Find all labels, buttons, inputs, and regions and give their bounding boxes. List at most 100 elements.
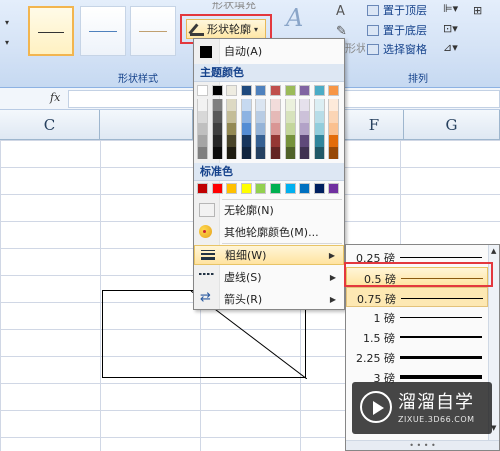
standard-color-swatch[interactable] (270, 183, 281, 194)
theme-shade-swatch[interactable] (226, 111, 238, 123)
theme-shade-swatch[interactable] (226, 147, 238, 159)
shape-style-swatch[interactable] (130, 6, 176, 56)
menu-item-more-colors[interactable]: 其他轮廓颜色(M)... (194, 222, 344, 242)
theme-shade-swatch[interactable] (299, 123, 311, 135)
theme-shade-swatch[interactable] (270, 99, 281, 111)
theme-shade-swatch[interactable] (211, 147, 223, 159)
theme-shade-swatch[interactable] (299, 135, 311, 147)
theme-shade-swatch[interactable] (240, 99, 252, 111)
standard-color-swatch[interactable] (299, 183, 311, 194)
theme-shade-swatch[interactable] (197, 123, 208, 135)
theme-shade-swatch[interactable] (197, 99, 208, 111)
shape-style-swatch[interactable] (80, 6, 126, 56)
theme-shade-swatch[interactable] (197, 135, 208, 147)
theme-shade-swatch[interactable] (299, 111, 311, 123)
theme-shade-swatch[interactable] (240, 147, 252, 159)
theme-shade-swatch[interactable] (240, 111, 252, 123)
size-icon[interactable]: ⊞ (473, 4, 482, 17)
theme-shade-swatch[interactable] (313, 135, 325, 147)
theme-shade-swatch[interactable] (255, 99, 267, 111)
theme-shade-swatch[interactable] (255, 135, 267, 147)
column-header-c[interactable]: C (0, 110, 100, 140)
standard-color-swatch[interactable] (313, 183, 325, 194)
theme-shade-swatch[interactable] (284, 147, 296, 159)
theme-shade-swatch[interactable] (284, 123, 296, 135)
menu-item-no-outline[interactable]: 无轮廓(N) (194, 200, 344, 220)
theme-shade-swatch[interactable] (255, 147, 267, 159)
line-weight-option[interactable]: 1 磅 (346, 307, 488, 327)
theme-shade-swatch[interactable] (313, 147, 325, 159)
standard-color-swatch[interactable] (328, 183, 340, 194)
theme-shade-swatch[interactable] (270, 135, 281, 147)
theme-shade-swatch[interactable] (328, 123, 340, 135)
theme-shade-swatch[interactable] (284, 99, 296, 111)
shape-outline-button-inner[interactable]: 形状轮廓 ▾ (186, 19, 266, 39)
column-header-f[interactable]: F (345, 110, 404, 140)
stub-arrow-icon[interactable]: ▾ (5, 38, 9, 47)
text-outline-icon[interactable]: ✎ (336, 24, 347, 39)
theme-color-swatch[interactable] (255, 85, 267, 96)
theme-shade-swatch[interactable] (270, 147, 281, 159)
theme-shade-swatch[interactable] (255, 123, 267, 135)
menu-item-automatic[interactable]: 自动(A) (194, 41, 344, 61)
theme-color-swatch[interactable] (197, 85, 208, 96)
theme-shade-swatch[interactable] (226, 99, 238, 111)
theme-shade-swatch[interactable] (299, 147, 311, 159)
theme-shade-swatch[interactable] (197, 111, 208, 123)
theme-shade-swatch[interactable] (255, 111, 267, 123)
menu-item-weight[interactable]: 粗细(W) ▶ (194, 245, 344, 265)
theme-shade-swatch[interactable] (313, 99, 325, 111)
theme-color-swatch[interactable] (328, 85, 340, 96)
theme-shade-swatch[interactable] (211, 111, 223, 123)
theme-shade-swatch[interactable] (313, 111, 325, 123)
standard-color-swatch[interactable] (211, 183, 223, 194)
theme-shade-swatch[interactable] (211, 99, 223, 111)
line-weight-option[interactable]: 2.25 磅 (346, 347, 488, 367)
theme-shade-swatch[interactable] (313, 123, 325, 135)
menu-item-dashes[interactable]: 虚线(S) ▶ (194, 267, 344, 287)
wordart-a-icon[interactable]: A (286, 4, 303, 32)
theme-shade-swatch[interactable] (226, 123, 238, 135)
send-to-back-button[interactable]: 置于底层 (367, 22, 427, 38)
theme-shade-swatch[interactable] (328, 111, 340, 123)
theme-color-swatch[interactable] (299, 85, 311, 96)
shape-style-swatch[interactable] (28, 6, 74, 56)
standard-color-swatch[interactable] (197, 183, 208, 194)
stub-arrow-icon[interactable]: ▾ (5, 18, 9, 27)
submenu-resize-grip[interactable]: • • • • (346, 440, 499, 450)
standard-color-swatch[interactable] (226, 183, 238, 194)
align-icon[interactable]: ⊫▾ (443, 2, 458, 15)
theme-color-swatch[interactable] (240, 85, 252, 96)
theme-shade-swatch[interactable] (270, 123, 281, 135)
theme-color-swatch[interactable] (313, 85, 325, 96)
theme-shade-swatch[interactable] (226, 135, 238, 147)
theme-color-swatch[interactable] (211, 85, 223, 96)
shape-fill-label[interactable]: 形状填充 (212, 2, 272, 12)
scroll-up-icon[interactable]: ▲ (491, 247, 496, 255)
theme-shade-swatch[interactable] (284, 135, 296, 147)
standard-color-swatch[interactable] (240, 183, 252, 194)
theme-color-swatch[interactable] (226, 85, 238, 96)
theme-shade-swatch[interactable] (211, 123, 223, 135)
theme-shade-swatch[interactable] (211, 135, 223, 147)
menu-item-arrows[interactable]: 箭头(R) ▶ (194, 289, 344, 309)
theme-shade-swatch[interactable] (284, 111, 296, 123)
rotate-icon[interactable]: ⊿▾ (443, 41, 458, 54)
text-fill-icon[interactable]: A (336, 4, 345, 19)
line-weight-option[interactable]: 0.75 磅 (346, 287, 488, 307)
bring-to-front-button[interactable]: 置于顶层 (367, 2, 427, 18)
theme-shade-swatch[interactable] (328, 147, 340, 159)
line-weight-option[interactable]: 1.5 磅 (346, 327, 488, 347)
theme-shade-swatch[interactable] (197, 147, 208, 159)
theme-color-swatch[interactable] (284, 85, 296, 96)
selection-pane-button[interactable]: 选择窗格 (367, 41, 427, 57)
theme-shade-swatch[interactable] (328, 135, 340, 147)
group-icon[interactable]: ⊡▾ (443, 22, 458, 35)
column-header-g[interactable]: G (404, 110, 500, 140)
column-header-d[interactable] (100, 110, 193, 140)
standard-color-swatch[interactable] (284, 183, 296, 194)
standard-color-swatch[interactable] (255, 183, 267, 194)
theme-shade-swatch[interactable] (240, 123, 252, 135)
theme-shade-swatch[interactable] (240, 135, 252, 147)
theme-shade-swatch[interactable] (299, 99, 311, 111)
